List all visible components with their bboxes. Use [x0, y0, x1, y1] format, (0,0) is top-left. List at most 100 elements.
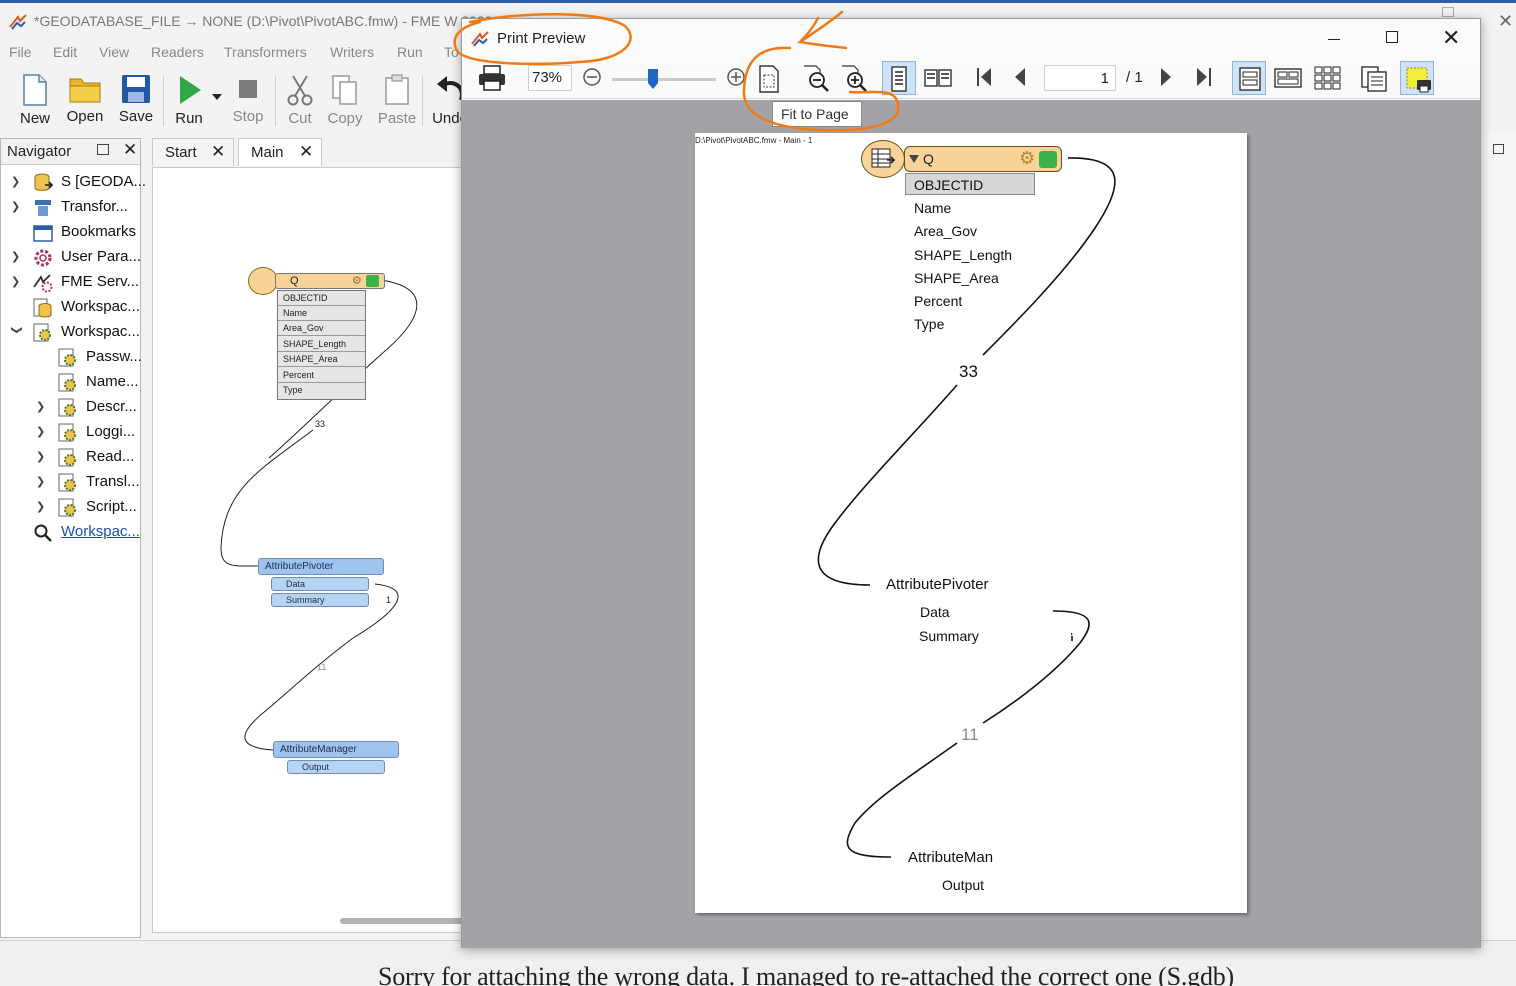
page-setup-button[interactable] — [1356, 61, 1390, 95]
nav-item-reader[interactable]: ❯ S [GEODA... — [11, 171, 146, 195]
nav-item-workspace-resources[interactable]: Workspac... — [11, 296, 141, 320]
output-port-output[interactable]: Output — [287, 760, 385, 774]
minimize-icon[interactable] — [1328, 39, 1340, 40]
menu-writers[interactable]: Writers — [330, 44, 374, 60]
zoom-level-field[interactable]: 73% — [528, 65, 572, 91]
output-port-data[interactable]: Data — [271, 577, 369, 591]
chevron-right-icon[interactable]: ❯ — [36, 450, 48, 463]
print-setup-button[interactable] — [1400, 61, 1434, 95]
transformer-attributepivoter[interactable]: AttributePivoter — [258, 558, 384, 575]
nav-item-transformers[interactable]: ❯ Transfor... — [11, 196, 141, 220]
chevron-right-icon[interactable]: ❯ — [11, 175, 23, 188]
maximize-icon[interactable] — [1442, 7, 1454, 17]
nav-item-scripting[interactable]: ❯ Script... — [36, 496, 141, 520]
previous-page-button[interactable] — [1004, 61, 1038, 95]
copy-button[interactable]: Copy — [321, 72, 369, 130]
inspect-icon[interactable] — [366, 275, 379, 287]
chevron-down-icon[interactable]: ❯ — [11, 326, 24, 338]
inspect-icon[interactable] — [1039, 151, 1057, 168]
next-page-button[interactable] — [1150, 61, 1184, 95]
layout-landscape-button[interactable] — [1270, 61, 1304, 95]
nav-item-fme-server[interactable]: ❯ FME Serv... — [11, 271, 141, 295]
nav-item-logging[interactable]: ❯ Loggi... — [36, 421, 141, 445]
menu-run[interactable]: Run — [397, 44, 423, 60]
workspace-canvas[interactable]: Q ⚙ OBJECTID Name Area_Gov SHAPE_Length … — [152, 167, 464, 933]
zoom-slider-track[interactable] — [612, 78, 716, 81]
output-port-output[interactable]: Output — [942, 877, 984, 893]
fit-to-page-button[interactable] — [752, 61, 786, 95]
chevron-right-icon[interactable]: ❯ — [11, 200, 23, 213]
collapse-triangle-icon[interactable] — [909, 155, 919, 163]
zoom-in-button[interactable] — [836, 61, 870, 95]
multi-page-view-button[interactable] — [1310, 61, 1344, 95]
float-window-icon[interactable] — [1493, 144, 1504, 154]
paste-button[interactable]: Paste — [373, 72, 421, 130]
gear-icon[interactable]: ⚙ — [352, 274, 362, 287]
nav-item-description[interactable]: ❯ Descr... — [36, 396, 141, 420]
nav-item-bookmarks[interactable]: Bookmarks — [11, 221, 141, 245]
single-page-view-button[interactable] — [882, 61, 916, 95]
float-window-icon[interactable] — [97, 144, 109, 155]
navigator-title: Navigator — [7, 143, 72, 160]
run-dropdown-chevron-icon[interactable] — [212, 94, 222, 100]
feature-type-header[interactable]: Q ⚙ — [904, 146, 1062, 172]
close-icon[interactable]: ✕ — [1442, 25, 1460, 51]
nav-item-workspace-search[interactable]: Workspac... — [11, 521, 141, 545]
print-button[interactable] — [474, 61, 508, 95]
preview-area[interactable]: D:\Pivot\PivotABC.fmw - Main - 1 Q ⚙ OBJ… — [462, 100, 1480, 948]
zoom-slider-thumb[interactable] — [648, 69, 658, 89]
chevron-right-icon[interactable]: ❯ — [11, 275, 23, 288]
zoom-in-slider-button[interactable] — [720, 61, 754, 95]
nav-item-translation[interactable]: ❯ Transl... — [36, 471, 141, 495]
output-port-summary[interactable]: Summary — [271, 593, 369, 607]
first-page-button[interactable] — [968, 61, 1002, 95]
run-button[interactable]: Run — [165, 72, 213, 130]
nav-item-password[interactable]: Passw... — [36, 346, 142, 370]
cut-button[interactable]: Cut — [276, 72, 324, 130]
maximize-icon[interactable] — [1386, 31, 1398, 43]
nav-item-workspace-parameters[interactable]: ❯ Workspac... — [11, 321, 141, 345]
nav-item-name[interactable]: Name... — [36, 371, 141, 395]
transformer-attributemanager[interactable]: AttributeManager — [273, 741, 399, 758]
nav-item-reader-params[interactable]: ❯ Read... — [36, 446, 141, 470]
printer-icon — [479, 65, 505, 91]
chevron-right-icon[interactable]: ❯ — [36, 500, 48, 513]
menu-tools[interactable]: To — [444, 44, 459, 60]
two-page-view-button[interactable] — [920, 61, 954, 95]
zoom-out-slider-button[interactable] — [576, 61, 610, 95]
menu-file[interactable]: File — [9, 44, 32, 60]
transformer-attributepivoter[interactable]: AttributePivoter — [886, 576, 989, 593]
menu-view[interactable]: View — [99, 44, 129, 60]
navigator-header: Navigator ✕ — [1, 139, 140, 165]
chevron-right-icon[interactable]: ❯ — [36, 425, 48, 438]
feature-type-reader-icon[interactable] — [248, 267, 278, 295]
zoom-out-button[interactable] — [798, 61, 832, 95]
menu-transformers[interactable]: Transformers — [224, 44, 307, 60]
output-port-data[interactable]: Data — [920, 604, 950, 620]
transformer-attributemanager[interactable]: AttributeMan — [908, 849, 1008, 866]
new-button[interactable]: New — [11, 72, 59, 130]
stop-button[interactable]: Stop — [224, 72, 272, 130]
close-tab-icon[interactable]: ✕ — [299, 142, 313, 162]
save-button[interactable]: Save — [112, 72, 160, 130]
gear-icon[interactable]: ⚙ — [1019, 148, 1035, 169]
open-button[interactable]: Open — [61, 72, 109, 130]
chevron-right-icon[interactable]: ❯ — [36, 475, 48, 488]
current-page-field[interactable]: 1 — [1044, 65, 1116, 91]
horizontal-scrollbar[interactable] — [340, 918, 464, 924]
attribute-row: Type — [283, 385, 303, 395]
tab-start[interactable]: Start ✕ — [152, 138, 234, 166]
chevron-right-icon[interactable]: ❯ — [11, 250, 23, 263]
nav-item-user-parameters[interactable]: ❯ User Para... — [11, 246, 141, 270]
close-icon[interactable]: ✕ — [123, 140, 137, 160]
last-page-button[interactable] — [1188, 61, 1222, 95]
menu-readers[interactable]: Readers — [151, 44, 204, 60]
close-icon[interactable]: ✕ — [1498, 11, 1513, 32]
menu-edit[interactable]: Edit — [53, 44, 77, 60]
close-tab-icon[interactable]: ✕ — [211, 142, 225, 162]
feature-type-header[interactable]: Q ⚙ — [275, 273, 385, 289]
layout-portrait-button[interactable] — [1232, 61, 1266, 95]
chevron-right-icon[interactable]: ❯ — [36, 400, 48, 413]
tab-main[interactable]: Main ✕ — [238, 138, 322, 166]
output-port-summary[interactable]: Summary — [919, 628, 979, 644]
